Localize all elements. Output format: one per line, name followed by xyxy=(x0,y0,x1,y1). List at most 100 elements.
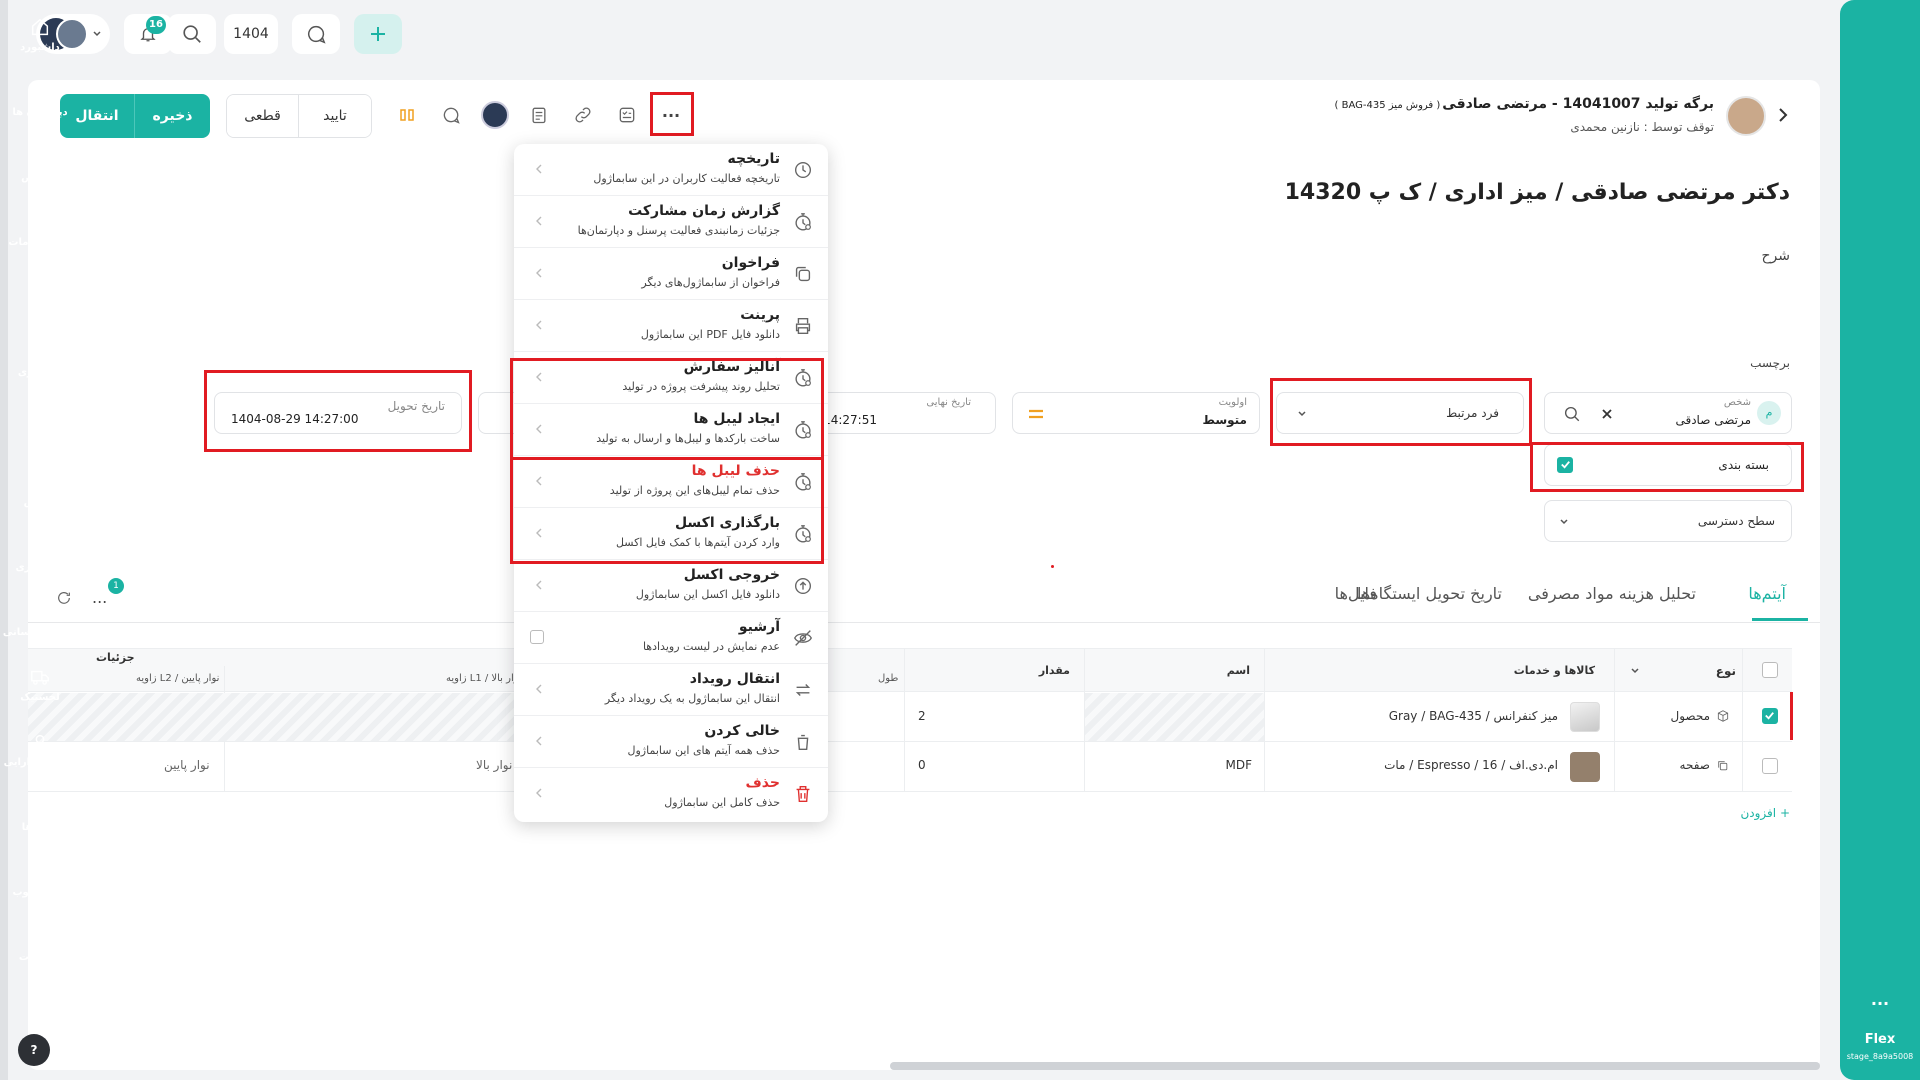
notes-button[interactable] xyxy=(522,98,556,132)
sidebar-item-tag[interactable]: خرید xyxy=(0,276,80,313)
hatched-cell xyxy=(28,693,514,741)
menu-item-3[interactable]: فراخوان فراخوان از سابماژول‌های دیگر xyxy=(514,248,828,300)
col-name[interactable]: اسم xyxy=(1227,664,1250,677)
sidebar-item-wood[interactable]: صنایع چوب xyxy=(0,861,80,898)
add-button[interactable] xyxy=(354,14,402,54)
material-swatch xyxy=(1570,752,1600,782)
tab-files[interactable]: فایل‌ها xyxy=(1335,584,1377,603)
assignee-avatar[interactable] xyxy=(478,98,512,132)
help-button[interactable]: ? xyxy=(18,1034,50,1066)
menu-item-13[interactable]: حذف حذف کامل این سابماژول xyxy=(514,768,828,820)
menu-item-title: خروجی اکسل xyxy=(683,567,780,583)
sidebar-item-label: داشبورد xyxy=(20,42,60,53)
table-more-button[interactable]: ... xyxy=(92,588,107,607)
menu-item-title: حذف xyxy=(745,775,780,791)
sidebar-item-label: تنظیمات xyxy=(18,952,62,963)
link-button[interactable] xyxy=(566,98,600,132)
col-length[interactable]: طول xyxy=(878,673,898,684)
copy-icon xyxy=(1718,761,1728,771)
checklist-button[interactable] xyxy=(610,98,644,132)
chevron-right-icon[interactable] xyxy=(1776,106,1790,124)
table-badge: 1 xyxy=(108,578,124,594)
comments-button[interactable] xyxy=(434,98,468,132)
chevron-down-icon xyxy=(1560,519,1568,525)
search-icon[interactable] xyxy=(1563,405,1581,423)
add-row-button[interactable]: + افزودن xyxy=(1740,806,1790,820)
chat-button[interactable] xyxy=(292,14,340,54)
sidebar-item-gears[interactable]: تولید xyxy=(0,406,80,443)
row-l1: نوار بالا xyxy=(476,758,513,772)
menu-item-12[interactable]: خالی کردن حذف همه آیتم های این سابماژول xyxy=(514,716,828,768)
menu-item-4[interactable]: پرینت دانلود فایل PDF این سابماژول xyxy=(514,300,828,352)
sidebar-more-button[interactable]: ... xyxy=(1840,990,1920,1009)
col-l2[interactable]: نوار پایین / L2 زاویه xyxy=(136,673,219,684)
timer-icon xyxy=(795,213,811,231)
final-button[interactable]: قطعی xyxy=(227,95,299,137)
save-transfer-group: انتقال ذخیره xyxy=(60,94,210,138)
sidebar-item-users[interactable]: اشخاص xyxy=(0,146,80,183)
sidebar-item-box[interactable]: کالا و خدمات xyxy=(0,211,80,248)
medium-priority-icon xyxy=(1029,409,1043,419)
priority-field[interactable]: اولویت متوسط xyxy=(1012,392,1260,434)
approve-button[interactable]: تایید xyxy=(299,95,371,137)
clear-icon[interactable] xyxy=(1601,408,1613,420)
chevron-left-icon xyxy=(536,268,542,278)
col-qty[interactable]: مقدار xyxy=(1039,664,1070,677)
access-level-select[interactable]: سطح دسترسی xyxy=(1544,500,1792,542)
person-field[interactable]: م شخص مرتضی صادقی xyxy=(1544,392,1792,434)
sidebar-item-dollar[interactable]: حسابداری xyxy=(0,536,80,573)
sidebar-item-settings[interactable]: تنظیمات xyxy=(0,926,80,963)
menu-item-subtitle: دانلود فایل PDF این سابماژول xyxy=(640,328,780,341)
tag-label[interactable]: برچسب xyxy=(1750,356,1790,370)
row-checkbox[interactable] xyxy=(1762,758,1778,774)
sidebar-item-label: کالا و خدمات xyxy=(8,237,72,248)
dollar-icon xyxy=(31,538,49,556)
save-button[interactable]: ذخیره xyxy=(135,94,210,138)
col-l1[interactable]: نوار بالا / L1 زاویه xyxy=(446,673,522,684)
sidebar-item-assets[interactable]: اموال و دارایی xyxy=(0,731,80,768)
tab-items[interactable]: آیتم‌ها xyxy=(1748,584,1786,603)
product-thumbnail xyxy=(1570,702,1600,732)
folder-icon xyxy=(31,801,49,815)
chevron-down-icon[interactable] xyxy=(1630,666,1640,676)
sidebar-item-chart[interactable]: دپارتمان ها xyxy=(0,81,80,118)
cube-icon xyxy=(1717,710,1729,722)
menu-item-title: انتقال رویداد xyxy=(689,671,780,687)
tab-material-cost[interactable]: تحلیل هزینه مواد مصرفی xyxy=(1528,584,1696,603)
menu-item-11[interactable]: انتقال رویداد انتقال این سابماژول به یک ر… xyxy=(514,664,828,716)
sidebar-item-sales[interactable]: فروش xyxy=(0,471,80,508)
col-type[interactable]: نوع xyxy=(1716,664,1736,678)
sidebar-item-warehouse[interactable]: انبارداری xyxy=(0,341,80,378)
select-all-checkbox[interactable] xyxy=(1762,662,1778,678)
search-button[interactable] xyxy=(168,14,216,54)
sidebar-item-home[interactable]: داشبورد xyxy=(0,16,80,53)
tab-station-delivery[interactable]: تاریخ تحویل ایستگاه‌ها xyxy=(1357,584,1502,603)
row-checkbox[interactable] xyxy=(1762,708,1778,724)
notifications-button[interactable]: 16 xyxy=(124,14,172,54)
archive-checkbox[interactable] xyxy=(530,630,544,644)
menu-item-1[interactable]: تاریخچه تاریخچه فعالیت کاربران در این ساب… xyxy=(514,144,828,196)
menu-item-9[interactable]: خروجی اکسل دانلود فایل اکسل این سابماژول xyxy=(514,560,828,612)
highlight-more-button xyxy=(650,92,694,136)
col-goods[interactable]: کالاها و خدمات xyxy=(1514,664,1595,677)
stage-label: stage_8a9a5008 xyxy=(1846,1052,1914,1061)
horizontal-scrollbar[interactable] xyxy=(890,1062,1820,1070)
avatar xyxy=(481,101,509,129)
swap-icon xyxy=(795,684,811,696)
menu-item-title: تاریخچه xyxy=(727,151,781,167)
highlight-packaging xyxy=(1530,442,1804,492)
person-value: مرتضی صادقی xyxy=(1675,413,1751,427)
menu-item-10[interactable]: آرشیو عدم نمایش در لیست رویدادها xyxy=(514,612,828,664)
highlight-menu-group xyxy=(510,358,824,564)
description-label[interactable]: شرح xyxy=(1762,248,1791,264)
sidebar-item-label: سرمایه انسانی xyxy=(2,627,78,638)
menu-item-2[interactable]: گزارش زمان مشارکت جزئیات زمانبندی فعالیت … xyxy=(514,196,828,248)
chat-icon xyxy=(308,25,326,44)
pause-button[interactable] xyxy=(390,98,424,132)
settings-icon xyxy=(31,928,49,946)
year-selector[interactable]: 1404 xyxy=(224,14,278,54)
sidebar-item-folder[interactable]: پوشه‌ها xyxy=(0,796,80,833)
clock-icon xyxy=(794,161,812,179)
sidebar-item-truck[interactable]: لجستیک xyxy=(0,666,80,703)
sidebar-item-people[interactable]: سرمایه انسانی xyxy=(0,601,80,638)
